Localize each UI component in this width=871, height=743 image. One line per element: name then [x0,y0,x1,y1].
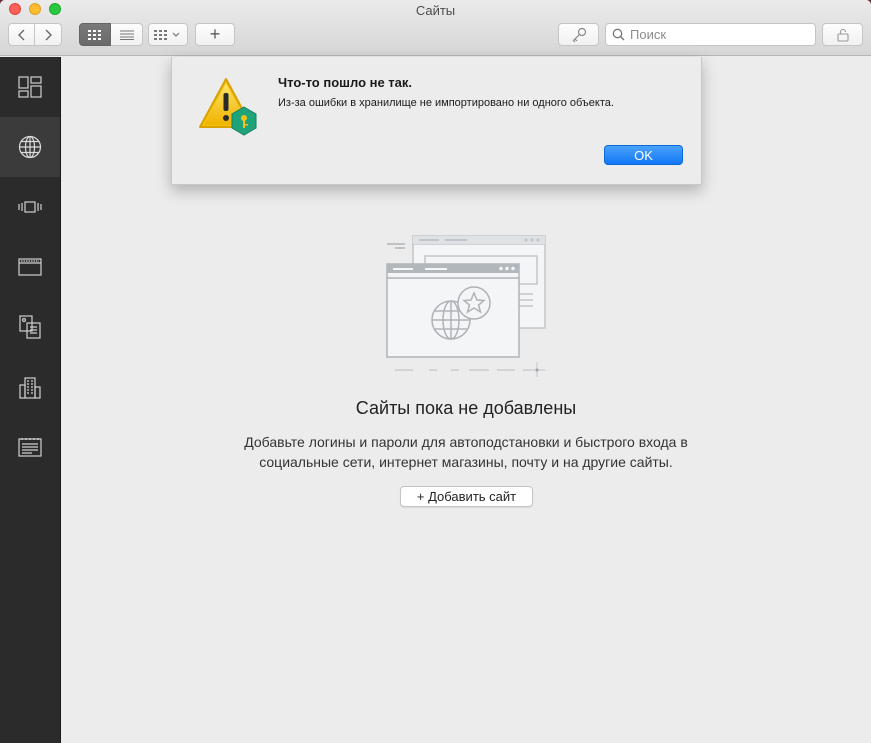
search-icon [612,28,625,41]
sidebar-item-cards[interactable] [0,237,60,297]
lock-icon [836,28,849,42]
sidebar-item-documents[interactable] [0,297,60,357]
grid-icon [88,29,101,40]
websites-illustration [386,235,546,377]
error-alert-sheet: Что-то пошло не так. Из-за ошибки в хран… [171,57,702,185]
list-icon [119,30,134,40]
empty-state-description: Добавьте логины и пароли для автоподстан… [244,434,688,470]
password-generator-button[interactable] [558,23,599,46]
add-website-button[interactable]: + Добавить сайт [400,486,533,507]
warning-icon [199,78,257,136]
sidebar-item-addresses[interactable] [0,357,60,417]
window-title: Сайты [415,3,456,18]
sidebar-item-notes[interactable] [0,417,60,477]
alert-message: Из-за ошибки в хранилище не импортирован… [278,97,614,109]
view-mode-switch [79,23,143,46]
toolbar: Сайты + Поиск [0,0,871,56]
card-icon [18,258,42,276]
sidebar-item-bank-cards[interactable] [0,177,60,237]
chevron-left-icon [17,29,24,40]
chevron-right-icon [45,29,52,40]
lock-button[interactable] [822,23,863,46]
empty-state-title: Сайты пока не добавлены [355,398,577,418]
sidebar [0,57,61,743]
key-icon [572,27,586,42]
dashboard-icon [18,76,42,98]
sort-dropdown-button[interactable] [148,23,188,46]
search-input[interactable] [630,27,810,42]
list-view-button[interactable] [111,23,143,46]
back-button[interactable] [8,23,35,46]
alert-title: Что-то пошло не так. [278,75,413,90]
bank-card-icon [18,201,42,213]
globe-icon [18,135,42,159]
app-window: Сайты + Поиск Сайты пока не добавлены До… [0,0,871,743]
grid-view-button[interactable] [79,23,111,46]
building-icon [19,377,41,399]
forward-button[interactable] [35,23,62,46]
ok-button[interactable]: OK [604,145,683,165]
search-field[interactable] [605,23,816,46]
documents-icon [19,315,41,339]
notes-icon [18,438,42,457]
add-button[interactable]: + [195,23,235,46]
sidebar-item-websites[interactable] [0,117,60,177]
nav-buttons [8,23,62,46]
add-label: + [209,24,221,44]
grid-dropdown-icon [154,29,180,40]
sidebar-item-dashboard[interactable] [0,57,60,117]
